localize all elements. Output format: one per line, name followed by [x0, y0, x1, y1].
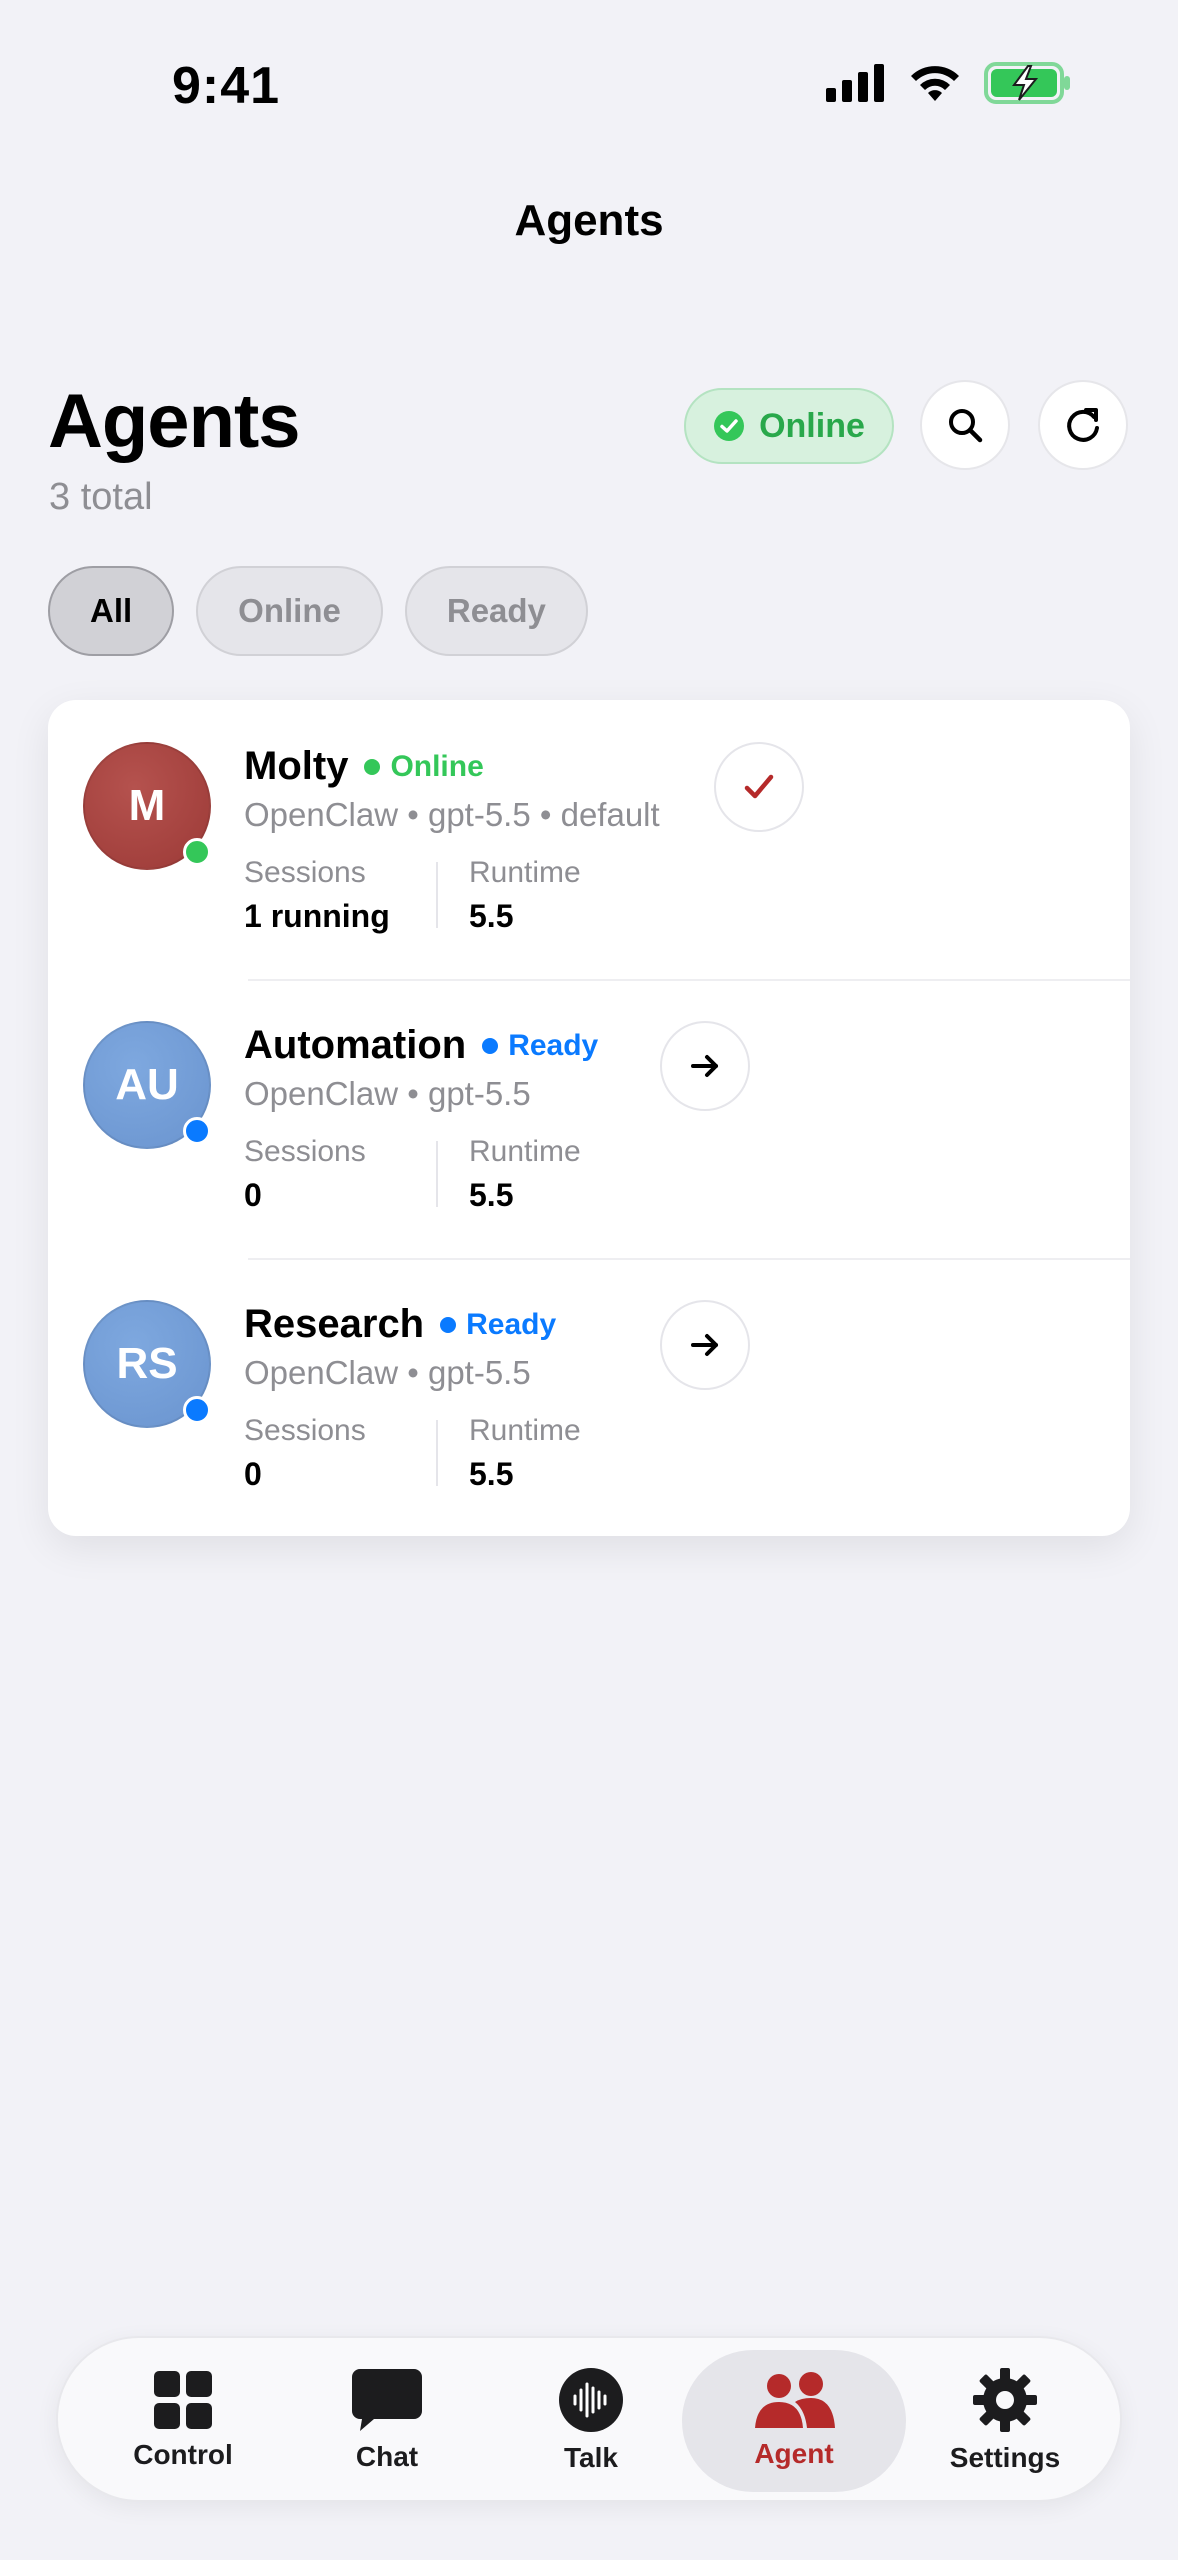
tab-label: Control	[133, 2439, 233, 2470]
sessions-stat: Sessions 0	[244, 1414, 366, 1493]
presence-dot	[183, 838, 211, 866]
status-dot	[482, 1037, 499, 1054]
filter-chip-online[interactable]: Online	[196, 566, 383, 656]
tab-control[interactable]: Control	[78, 2350, 288, 2492]
divider	[436, 1141, 438, 1207]
stat-label: Runtime	[469, 856, 581, 889]
agent-meta: OpenClaw • gpt-5.5	[244, 1075, 531, 1112]
search-icon	[949, 409, 983, 443]
avatar-initials: AU	[115, 1060, 179, 1109]
agent-row-molty[interactable]: M Molty Online OpenClaw • gpt-5.5 • defa…	[48, 700, 1130, 979]
open-agent-button[interactable]	[660, 1021, 750, 1111]
gear-icon	[973, 2368, 1037, 2432]
cellular-signal-icon	[826, 64, 884, 102]
status-dot	[364, 758, 381, 775]
avatar: RS	[83, 1300, 211, 1428]
status-icons	[826, 62, 1072, 104]
grid-icon	[154, 2371, 212, 2429]
agent-count: 3 total	[49, 476, 153, 518]
filter-chip-ready[interactable]: Ready	[404, 566, 588, 656]
agent-name: Automation	[244, 1023, 467, 1067]
tab-chat[interactable]: Chat	[282, 2350, 492, 2492]
stat-label: Sessions	[244, 1414, 366, 1447]
presence-dot	[183, 1396, 211, 1424]
arrow-right-icon	[691, 1055, 718, 1077]
agent-meta: OpenClaw • gpt-5.5 • default	[244, 796, 660, 833]
stat-value: 0	[244, 1456, 262, 1492]
open-agent-button[interactable]	[660, 1300, 750, 1390]
stat-value: 5.5	[469, 1456, 514, 1492]
avatar-initials: RS	[116, 1339, 178, 1388]
battery-charging-icon	[984, 62, 1070, 104]
nav-title: Agents	[514, 196, 664, 245]
connection-status-pill[interactable]: Online	[684, 388, 894, 464]
waveform-icon	[559, 2368, 623, 2432]
tab-talk[interactable]: Talk	[486, 2350, 696, 2492]
agent-row-automation[interactable]: AU Automation Ready OpenClaw • gpt-5.5 S…	[48, 979, 1130, 1258]
runtime-stat: Runtime 5.5	[469, 1135, 581, 1214]
chat-bubble-icon	[352, 2369, 422, 2431]
checkmark-circle-icon	[714, 411, 745, 441]
status-time: 9:41	[172, 57, 281, 115]
stat-value: 5.5	[469, 1177, 514, 1213]
agent-name: Research	[244, 1302, 425, 1346]
tab-bar: Control Chat Talk Agent Settings	[56, 2336, 1122, 2502]
sessions-stat: Sessions 1 running	[244, 856, 390, 935]
avatar-initials: M	[128, 781, 166, 830]
status-bar: 9:41	[0, 0, 1178, 150]
stat-value: 1 running	[244, 898, 390, 934]
runtime-stat: Runtime 5.5	[469, 856, 581, 935]
sessions-stat: Sessions 0	[244, 1135, 366, 1214]
stat-value: 5.5	[469, 898, 514, 934]
status-label: Ready	[466, 1307, 557, 1341]
tab-label: Agent	[754, 2438, 834, 2469]
refresh-button[interactable]	[1038, 380, 1128, 470]
status-label: Ready	[508, 1028, 599, 1062]
avatar: M	[83, 742, 211, 870]
tab-label: Settings	[949, 2442, 1061, 2473]
filter-chips: All Online Ready	[48, 566, 588, 656]
search-button[interactable]	[920, 380, 1010, 470]
status-label: Online	[390, 749, 484, 783]
status-badge: Ready	[482, 1029, 598, 1063]
stat-label: Runtime	[469, 1414, 581, 1447]
tab-label: Talk	[564, 2442, 618, 2473]
agent-name: Molty	[244, 744, 349, 788]
status-badge: Ready	[440, 1308, 556, 1342]
checkmark-icon	[744, 774, 774, 799]
status-badge: Online	[364, 749, 484, 784]
connection-status-label: Online	[759, 406, 865, 445]
select-agent-button[interactable]	[714, 742, 804, 832]
page-title: Agents	[48, 379, 301, 464]
divider	[436, 1420, 438, 1486]
agent-row-research[interactable]: RS Research Ready OpenClaw • gpt-5.5 Ses…	[48, 1258, 1130, 1537]
filter-chip-all[interactable]: All	[48, 566, 175, 656]
avatar: AU	[83, 1021, 211, 1149]
people-icon	[755, 2372, 835, 2428]
tab-label: Chat	[355, 2441, 419, 2472]
tab-settings[interactable]: Settings	[900, 2350, 1110, 2492]
wifi-icon	[911, 66, 959, 101]
arrow-right-icon	[691, 1334, 718, 1356]
divider	[436, 862, 438, 928]
stat-label: Runtime	[469, 1135, 581, 1168]
tab-agent[interactable]: Agent	[682, 2350, 906, 2492]
agent-meta: OpenClaw • gpt-5.5	[244, 1354, 531, 1391]
status-dot	[440, 1316, 457, 1333]
stat-label: Sessions	[244, 856, 366, 889]
stat-value: 0	[244, 1177, 262, 1213]
refresh-icon	[1067, 408, 1099, 442]
stat-label: Sessions	[244, 1135, 366, 1168]
agents-list: M Molty Online OpenClaw • gpt-5.5 • defa…	[48, 700, 1130, 1536]
runtime-stat: Runtime 5.5	[469, 1414, 581, 1493]
presence-dot	[183, 1117, 211, 1145]
